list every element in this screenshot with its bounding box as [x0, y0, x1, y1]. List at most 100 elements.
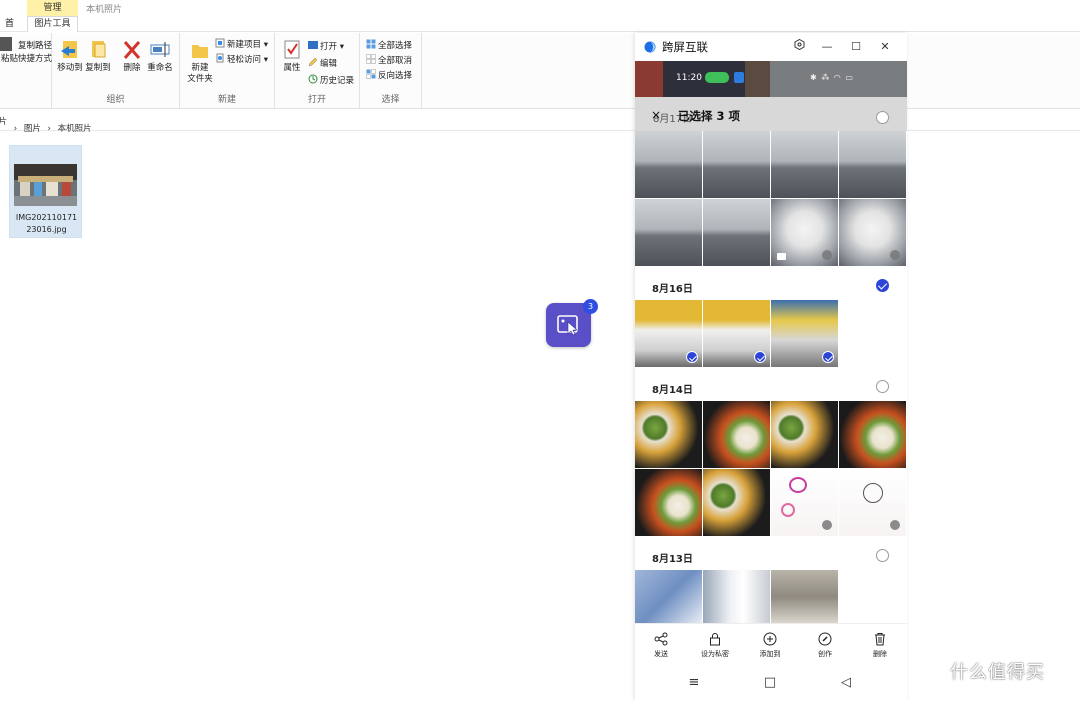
- easy-access-button[interactable]: 轻松访问 ▾: [215, 53, 268, 66]
- invert-selection-button[interactable]: 反向选择: [366, 69, 412, 82]
- window-title: 本机照片: [86, 5, 123, 15]
- photo-thumbnail[interactable]: [703, 300, 770, 367]
- photo-thumbnail[interactable]: [635, 131, 702, 198]
- selected-check-icon[interactable]: [686, 351, 698, 363]
- move-to-label: 移动到: [57, 63, 83, 73]
- photo-thumbnail[interactable]: [635, 469, 702, 536]
- breadcrumb-item[interactable]: 图片: [24, 124, 41, 134]
- photo-thumbnail[interactable]: [839, 469, 906, 536]
- rename-label: 重命名: [147, 63, 173, 73]
- select-dot[interactable]: [822, 520, 832, 530]
- file-item[interactable]: IMG202110171 23016.jpg: [9, 145, 82, 238]
- phone-title-bar: 跨屏互联 — ☐ ✕: [635, 33, 907, 61]
- menu-nav-icon[interactable]: ≡: [684, 674, 704, 692]
- select-none-button[interactable]: 全部取消: [366, 54, 412, 67]
- history-button[interactable]: 历史记录: [308, 74, 354, 87]
- group-select-circle-8-17[interactable]: [876, 111, 889, 124]
- home-nav-icon[interactable]: □: [760, 674, 780, 692]
- group-date-label: 8月13日: [652, 554, 693, 565]
- send-button[interactable]: 发送: [639, 632, 683, 659]
- select-caption: 选择: [381, 95, 400, 105]
- add-to-label: 添加到: [759, 650, 781, 658]
- tab-picture-tools[interactable]: 图片工具: [27, 16, 78, 32]
- image-drag-icon: [557, 315, 578, 336]
- open-button[interactable]: 打开 ▾: [308, 40, 344, 53]
- maximize-icon[interactable]: ☐: [847, 38, 865, 56]
- create-label: 创作: [818, 650, 832, 658]
- photo-thumbnail[interactable]: [635, 300, 702, 367]
- photo-thumbnail[interactable]: [703, 469, 770, 536]
- photo-thumbnail[interactable]: [703, 199, 770, 266]
- paste-shortcut-button[interactable]: 粘贴快捷方式: [0, 53, 52, 69]
- select-all-button[interactable]: 全部选择: [366, 39, 412, 52]
- back-nav-icon[interactable]: ◁: [836, 674, 856, 692]
- photo-thumbnail[interactable]: [771, 199, 838, 266]
- photo-thumbnail[interactable]: [771, 401, 838, 468]
- minimize-icon[interactable]: —: [818, 38, 836, 56]
- svg-text:值: 值: [921, 667, 935, 683]
- photo-thumbnail[interactable]: [771, 570, 838, 623]
- breadcrumb[interactable]: 片 › 图片 › 本机照片: [0, 113, 1080, 134]
- select-dot[interactable]: [890, 250, 900, 260]
- selection-count-text: 已选择 3 项: [678, 109, 741, 123]
- photo-thumbnail[interactable]: [635, 401, 702, 468]
- status-photo-strip: [635, 61, 770, 97]
- rename-button[interactable]: 重命名: [145, 39, 175, 74]
- close-icon[interactable]: ✕: [876, 38, 894, 56]
- open-label: 打开: [320, 42, 338, 52]
- app-title: 跨屏互联: [662, 40, 708, 54]
- tab-manage[interactable]: 管理: [27, 0, 78, 16]
- photo-thumbnail[interactable]: [771, 131, 838, 198]
- photo-thumbnail[interactable]: [839, 131, 906, 198]
- selected-check-icon[interactable]: [822, 351, 834, 363]
- move-to-icon: [61, 41, 77, 58]
- new-caption: 新建: [217, 95, 236, 105]
- copy-to-button[interactable]: 复制到: [83, 39, 113, 74]
- edit-button[interactable]: 编辑: [308, 57, 337, 70]
- select-dot[interactable]: [822, 250, 832, 260]
- select-none-icon: [366, 54, 376, 64]
- paste-shortcut-label: 粘贴快捷方式: [0, 54, 52, 64]
- photo-thumbnail[interactable]: [771, 469, 838, 536]
- group-select-circle-8-13[interactable]: [876, 549, 889, 562]
- breadcrumb-item[interactable]: 本机照片: [58, 124, 92, 134]
- cancel-selection-icon[interactable]: ×: [651, 108, 661, 122]
- new-group: 新建 文件夹 新建项目 ▾ 轻松访问 ▾ 新建: [180, 33, 275, 109]
- select-dot[interactable]: [890, 520, 900, 530]
- open-icon: [308, 41, 318, 49]
- ribbon: 复制路径 粘贴快捷方式 移动到 复制到 删除 重命名 组织 新建 文件夹 新建项…: [0, 33, 1080, 109]
- group-select-circle-8-16[interactable]: [876, 279, 889, 292]
- settings-icon[interactable]: [790, 38, 808, 56]
- doodle: [781, 503, 795, 517]
- new-folder-button[interactable]: 新建 文件夹: [183, 39, 217, 85]
- selected-check-icon[interactable]: [754, 351, 766, 363]
- share-icon: [654, 632, 668, 646]
- photo-thumbnail[interactable]: [703, 131, 770, 198]
- delete-button[interactable]: 删除: [117, 39, 147, 74]
- photo-thumbnail[interactable]: [771, 300, 838, 367]
- add-to-button[interactable]: 添加到: [748, 632, 792, 659]
- photo-thumbnail[interactable]: [703, 401, 770, 468]
- group-select-circle-8-14[interactable]: [876, 380, 889, 393]
- tab-home[interactable]: 首页: [0, 16, 14, 32]
- status-time: 11:20: [676, 73, 702, 83]
- photo-thumbnail[interactable]: [703, 570, 770, 623]
- new-item-label: 新建项目: [227, 40, 262, 50]
- drag-count-badge: 3: [583, 299, 598, 314]
- properties-button[interactable]: 属性: [277, 39, 307, 74]
- photo-thumbnail[interactable]: [635, 570, 702, 623]
- select-none-label: 全部取消: [378, 56, 413, 66]
- set-private-button[interactable]: 设为私密: [693, 632, 737, 659]
- photo-thumbnail[interactable]: [839, 199, 906, 266]
- photo-thumbnail[interactable]: [839, 401, 906, 468]
- create-button[interactable]: 创作: [803, 632, 847, 659]
- new-item-button[interactable]: 新建项目 ▾: [215, 38, 268, 51]
- delete-photos-button[interactable]: 删除: [858, 632, 902, 659]
- group-date-label: 8月16日: [652, 284, 693, 295]
- move-to-button[interactable]: 移动到: [55, 39, 85, 74]
- photo-thumbnail[interactable]: [635, 199, 702, 266]
- watermark-text: 什么值得买: [950, 662, 1045, 683]
- phone-mirror-window: 跨屏互联 — ☐ ✕ 11:20 ✱ ⁂ ◠ ▭ 8月17日 × 已选择 3 项…: [635, 33, 907, 701]
- breadcrumb-item[interactable]: 片: [0, 113, 7, 131]
- doodle: [789, 477, 807, 493]
